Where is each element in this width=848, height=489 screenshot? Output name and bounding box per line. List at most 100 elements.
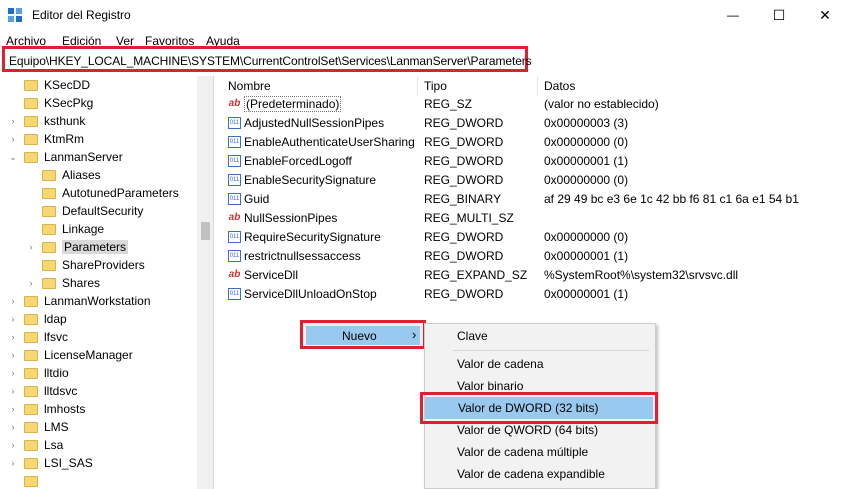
value-row[interactable]: 011 EnableForcedLogoff REG_DWORD 0x00000001… — [222, 152, 848, 171]
tree-item[interactable]: Linkage — [26, 220, 104, 238]
value-data: (valor no establecido) — [544, 97, 659, 111]
tree-item[interactable]: KSecDD — [8, 76, 90, 94]
tree-scrollbar[interactable] — [197, 76, 213, 489]
menu-nuevo[interactable]: Nuevo › — [306, 326, 420, 345]
submenu-valor-cadena-expandible[interactable]: Valor de cadena expandible — [425, 464, 655, 484]
chevron-right-icon[interactable]: › — [8, 440, 18, 450]
address-bar[interactable]: Equipo\HKEY_LOCAL_MACHINE\SYSTEM\Current… — [2, 46, 532, 72]
submenu-valor-cadena-expandible-label: Valor de cadena expandible — [457, 467, 605, 481]
chevron-right-icon[interactable]: › — [8, 404, 18, 414]
chevron-right-icon[interactable]: › — [8, 116, 18, 126]
folder-icon — [24, 331, 38, 343]
tree-item[interactable]: › lmhosts — [8, 400, 86, 418]
tree-item[interactable]: › Lsa — [8, 436, 64, 454]
tree-item[interactable]: › lfsvc — [8, 328, 69, 346]
value-data: 0x00000000 (0) — [544, 135, 629, 149]
value-name: restrictnullsessaccess — [244, 249, 361, 263]
value-row[interactable]: ab NullSessionPipes REG_MULTI_SZ — [222, 209, 848, 228]
value-row[interactable]: 011 EnableSecuritySignature REG_DWORD 0x000… — [222, 171, 848, 190]
tree-item[interactable]: › LMS — [8, 418, 69, 436]
value-data: 0x00000003 (3) — [544, 116, 629, 130]
value-row[interactable]: ab ServiceDll REG_EXPAND_SZ %SystemRoot%\sy… — [222, 266, 848, 285]
submenu-valor-dword[interactable]: Valor de DWORD (32 bits) — [425, 397, 653, 419]
column-tipo[interactable]: Tipo — [418, 76, 538, 96]
tree-item[interactable]: › LicenseManager — [8, 346, 133, 364]
folder-icon — [42, 277, 56, 289]
folder-icon — [24, 439, 38, 451]
folder-icon — [42, 241, 56, 253]
folder-icon — [24, 97, 38, 109]
submenu-dword-highlight: Valor de DWORD (32 bits) — [420, 392, 658, 424]
tree-item[interactable]: › LSI_SAS — [8, 454, 93, 472]
tree-item[interactable] — [8, 472, 44, 489]
submenu-clave[interactable]: Clave — [425, 326, 655, 346]
chevron-right-icon[interactable]: › — [8, 332, 18, 342]
tree-item-label: LicenseManager — [44, 348, 133, 362]
tree-item-label: Shares — [62, 276, 101, 290]
value-type: REG_DWORD — [424, 135, 504, 149]
value-row[interactable]: ab (Predeterminado) REG_SZ (valor no establ… — [222, 95, 848, 114]
column-nombre[interactable]: Nombre — [222, 76, 418, 96]
tree-item[interactable]: Aliases — [26, 166, 101, 184]
string-value-icon: ab — [228, 98, 241, 109]
value-type: REG_DWORD — [424, 173, 504, 187]
tree-item[interactable]: › ksthunk — [8, 112, 86, 130]
tree-item[interactable]: › lltdio — [8, 364, 69, 382]
folder-icon — [24, 115, 38, 127]
chevron-right-icon[interactable]: › — [8, 350, 18, 360]
chevron-right-icon[interactable]: › — [8, 296, 18, 306]
tree-item[interactable]: › LanmanWorkstation — [8, 292, 151, 310]
chevron-right-icon[interactable]: › — [8, 458, 18, 468]
value-data: 0x00000000 (0) — [544, 230, 629, 244]
chevron-right-icon[interactable]: › — [26, 242, 36, 252]
value-row[interactable]: 011 RequireSecuritySignature REG_DWORD 0x00… — [222, 228, 848, 247]
tree-item-label: lltdio — [44, 366, 69, 380]
tree-item-label: LanmanServer — [44, 150, 123, 164]
tree-item[interactable]: › ldap — [8, 310, 67, 328]
tree-item[interactable]: › KtmRm — [8, 130, 85, 148]
value-row[interactable]: 011 Guid REG_BINARY af 29 49 bc e3 6e 1c 42… — [222, 190, 848, 209]
tree-item[interactable]: › lltdsvc — [8, 382, 78, 400]
value-type: REG_DWORD — [424, 116, 504, 130]
minimize-button[interactable]: — — [710, 0, 756, 30]
tree-item[interactable]: ⌄ LanmanServer — [8, 148, 123, 166]
tree-item-label: lltdsvc — [44, 384, 78, 398]
value-data: 0x00000001 (1) — [544, 249, 629, 263]
value-row[interactable]: 011 restrictnullsessaccess REG_DWORD 0x0000… — [222, 247, 848, 266]
close-button[interactable]: ✕ — [802, 0, 848, 30]
value-row[interactable]: 011 ServiceDllUnloadOnStop REG_DWORD 0x0000… — [222, 285, 848, 304]
tree-scrollbar-thumb[interactable] — [201, 222, 210, 240]
value-row[interactable]: 011 EnableAuthenticateUserSharing REG_DWOR… — [222, 133, 848, 152]
tree-item[interactable]: › Shares — [26, 274, 101, 292]
tree-item-label: LSI_SAS — [44, 456, 93, 470]
folder-icon — [24, 457, 38, 469]
submenu-valor-binario-label: Valor binario — [457, 379, 524, 393]
maximize-button[interactable]: ☐ — [756, 0, 802, 30]
value-row[interactable]: 011 AdjustedNullSessionPipes REG_DWORD 0x00… — [222, 114, 848, 133]
tree-item[interactable]: DefaultSecurity — [26, 202, 143, 220]
chevron-right-icon[interactable]: › — [26, 278, 36, 288]
tree-item-label: AutotunedParameters — [62, 186, 179, 200]
tree-item[interactable]: KSecPkg — [8, 94, 93, 112]
tree-item-label: Linkage — [62, 222, 105, 236]
folder-icon — [24, 403, 38, 415]
tree-item[interactable]: › Parameters — [26, 238, 129, 256]
tree-item[interactable]: AutotunedParameters — [26, 184, 179, 202]
submenu-valor-cadena-multiple[interactable]: Valor de cadena múltiple — [425, 442, 655, 462]
submenu-valor-cadena-multiple-label: Valor de cadena múltiple — [457, 445, 589, 459]
chevron-right-icon[interactable]: › — [8, 134, 18, 144]
chevron-right-icon[interactable]: › — [8, 314, 18, 324]
submenu-valor-cadena[interactable]: Valor de cadena — [425, 354, 655, 374]
tree-item[interactable]: ShareProviders — [26, 256, 145, 274]
chevron-right-icon[interactable]: › — [8, 422, 18, 432]
chevron-right-icon: › — [412, 327, 417, 342]
value-name: EnableAuthenticateUserSharing — [244, 135, 415, 149]
tree-item-label: Aliases — [62, 168, 101, 182]
chevron-down-icon[interactable]: ⌄ — [8, 152, 18, 163]
tree-item-label: LMS — [44, 420, 69, 434]
value-data: 0x00000000 (0) — [544, 173, 629, 187]
column-datos[interactable]: Datos — [538, 76, 848, 96]
chevron-right-icon[interactable]: › — [8, 386, 18, 396]
value-type: REG_DWORD — [424, 154, 504, 168]
chevron-right-icon[interactable]: › — [8, 368, 18, 378]
